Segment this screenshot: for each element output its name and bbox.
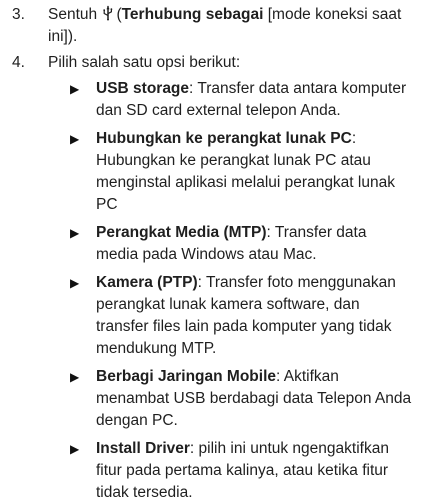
option-text: Perangkat Media (MTP): Transfer data med… — [96, 222, 412, 266]
option-mobile-network-sharing: ▶ Berbagi Jaringan Mobile: Aktifkan mena… — [70, 366, 412, 432]
bullet-icon: ▶ — [70, 82, 80, 96]
option-install-driver: ▶ Install Driver: pilih ini untuk ngenga… — [70, 438, 412, 504]
option-title: USB storage — [96, 80, 190, 97]
bullet-icon: ▶ — [70, 276, 80, 290]
options-list: ▶ USB storage: Transfer data antara komp… — [48, 78, 412, 504]
option-media-device: ▶ Perangkat Media (MTP): Transfer data m… — [70, 222, 412, 266]
option-camera-ptp: ▶ Kamera (PTP): Transfer foto menggunaka… — [70, 272, 412, 360]
step-3: 3. Sentuh (Terhubung sebagai [mode konek… — [12, 4, 412, 48]
step-4: 4. Pilih salah satu opsi berikut: ▶ USB … — [12, 52, 412, 504]
option-title: Kamera (PTP) — [96, 274, 198, 291]
step-bold-text: Terhubung sebagai — [121, 6, 264, 23]
option-title: Berbagi Jaringan Mobile — [96, 368, 277, 385]
step-text: Pilih salah satu opsi berikut: ▶ USB sto… — [48, 52, 412, 504]
option-text: Hubungkan ke perangkat lunak PC: Hubungk… — [96, 128, 412, 216]
option-text: USB storage: Transfer data antara komput… — [96, 78, 412, 122]
option-pc-software: ▶ Hubungkan ke perangkat lunak PC: Hubun… — [70, 128, 412, 216]
option-text: Berbagi Jaringan Mobile: Aktifkan menamb… — [96, 366, 412, 432]
bullet-icon: ▶ — [70, 442, 80, 456]
option-text: Kamera (PTP): Transfer foto menggunakan … — [96, 272, 412, 360]
option-title: Hubungkan ke perangkat lunak PC — [96, 130, 352, 147]
step-number: 4. — [12, 54, 25, 71]
option-usb-storage: ▶ USB storage: Transfer data antara komp… — [70, 78, 412, 122]
option-text: Install Driver: pilih ini untuk ngengakt… — [96, 438, 412, 504]
instruction-page: 3. Sentuh (Terhubung sebagai [mode konek… — [0, 0, 430, 501]
option-title: Install Driver — [96, 440, 190, 457]
bullet-icon: ▶ — [70, 226, 80, 240]
bullet-icon: ▶ — [70, 370, 80, 384]
step-prefix: Sentuh — [48, 6, 102, 23]
step-4-text: Pilih salah satu opsi berikut: — [48, 54, 241, 71]
step-number: 3. — [12, 6, 25, 23]
usb-icon — [102, 5, 114, 21]
option-title: Perangkat Media (MTP) — [96, 224, 267, 241]
bullet-icon: ▶ — [70, 132, 80, 146]
step-text: Sentuh (Terhubung sebagai [mode koneksi … — [48, 4, 412, 48]
